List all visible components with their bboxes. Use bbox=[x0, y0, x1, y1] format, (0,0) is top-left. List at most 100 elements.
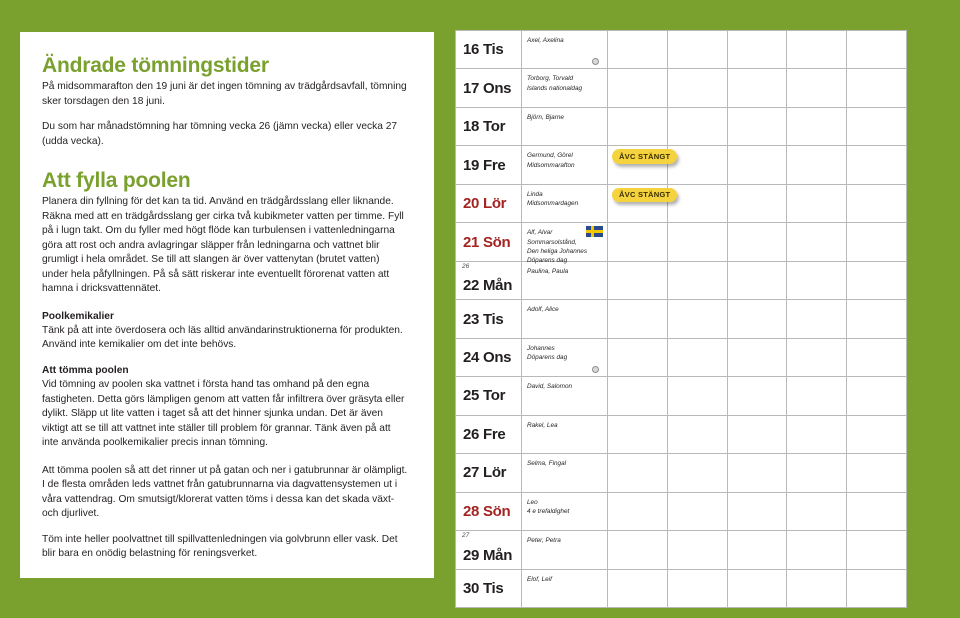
calendar-note-cell[interactable] bbox=[728, 146, 788, 184]
calendar-row[interactable]: 28 Sön Leo 4 e trefaldighet bbox=[456, 492, 906, 532]
calendar-note-cell[interactable] bbox=[847, 69, 906, 106]
calendar-row[interactable]: 26 Fre Rakel, Lea bbox=[456, 415, 906, 455]
calendar-day-cell[interactable]: 19 Fre bbox=[456, 146, 522, 184]
calendar-note-cell[interactable] bbox=[787, 300, 848, 338]
calendar-note-cell[interactable] bbox=[847, 300, 906, 337]
calendar-row[interactable]: 24 Ons Johannes Döparens dag bbox=[456, 338, 906, 378]
calendar-note-cell[interactable] bbox=[668, 223, 728, 261]
calendar-note-cell[interactable] bbox=[668, 569, 728, 608]
calendar-note-cell[interactable] bbox=[787, 69, 848, 107]
calendar-row[interactable]: 20 Lör Linda Midsommardagen ÅVC STÄNGT bbox=[456, 184, 906, 224]
calendar-note-cell[interactable] bbox=[847, 223, 906, 260]
calendar-row[interactable]: 21 Sön Alf, Alvar Sommarsolstånd, Den helig… bbox=[456, 223, 906, 264]
calendar-note-cell[interactable] bbox=[847, 262, 906, 299]
calendar-note-cell[interactable] bbox=[728, 300, 788, 338]
calendar-note-cell[interactable] bbox=[728, 184, 788, 223]
calendar-note-cell[interactable] bbox=[668, 338, 728, 377]
calendar-day-cell[interactable]: 25 Tor bbox=[456, 377, 522, 415]
calendar-day-cell[interactable]: 28 Sön bbox=[456, 492, 522, 531]
calendar-note-cell[interactable] bbox=[787, 31, 848, 69]
calendar-note-cell[interactable] bbox=[728, 223, 788, 261]
calendar-note-cell[interactable]: ÅVC STÄNGT bbox=[608, 146, 678, 184]
calendar-note-cell[interactable] bbox=[608, 300, 668, 338]
calendar-day-cell[interactable]: 18 Tor bbox=[456, 107, 522, 146]
calendar-row[interactable]: 25 Tor David, Salomon bbox=[456, 377, 906, 416]
calendar-note-cell[interactable] bbox=[787, 377, 848, 415]
calendar-note-cell[interactable] bbox=[728, 377, 788, 415]
calendar-note-cell[interactable] bbox=[608, 531, 668, 569]
calendar-row[interactable]: 30 Tis Elof, Leif bbox=[456, 569, 906, 608]
calendar-note-cell[interactable] bbox=[728, 492, 788, 531]
calendar-note-cell[interactable] bbox=[668, 69, 728, 107]
calendar-note-cell[interactable] bbox=[668, 107, 728, 146]
calendar-day-cell[interactable]: 27 29 Mån bbox=[456, 531, 522, 569]
calendar-row[interactable]: 27 Lör Selma, Fingal bbox=[456, 454, 906, 493]
calendar-day-cell[interactable]: 30 Tis bbox=[456, 569, 522, 608]
calendar-row[interactable]: 17 Ons Torborg, Torvald Islands nationalda… bbox=[456, 69, 906, 108]
calendar-note-cell[interactable] bbox=[787, 223, 848, 261]
calendar-note-cell[interactable] bbox=[728, 454, 788, 492]
calendar-day-cell[interactable]: 26 Fre bbox=[456, 415, 522, 454]
calendar-note-cell[interactable] bbox=[668, 454, 728, 492]
calendar-note-cell[interactable] bbox=[787, 531, 848, 569]
calendar-note-cell[interactable] bbox=[728, 338, 788, 377]
calendar-note-cell[interactable] bbox=[608, 69, 668, 107]
calendar-row[interactable]: 19 Fre Germund, Görel Midsommarafton ÅVC ST… bbox=[456, 146, 906, 185]
calendar-note-cell[interactable] bbox=[787, 146, 848, 184]
calendar-note-cell[interactable] bbox=[668, 415, 728, 454]
calendar-note-cell[interactable] bbox=[668, 300, 728, 338]
calendar-note-cell[interactable] bbox=[608, 107, 668, 146]
calendar-note-cell[interactable] bbox=[728, 531, 788, 569]
calendar-note-cell[interactable] bbox=[728, 569, 788, 608]
calendar-note-cell[interactable] bbox=[728, 69, 788, 107]
calendar-note-cell[interactable] bbox=[787, 107, 848, 146]
calendar-note-cell[interactable] bbox=[608, 338, 668, 377]
calendar-note-cell[interactable] bbox=[847, 185, 906, 222]
calendar-day-cell[interactable]: 20 Lör bbox=[456, 184, 522, 223]
calendar-note-cell[interactable] bbox=[668, 184, 728, 223]
calendar-note-cell[interactable] bbox=[668, 146, 728, 184]
calendar-row[interactable]: 23 Tis Adolf, Alice bbox=[456, 300, 906, 339]
calendar-day-cell[interactable]: 21 Sön bbox=[456, 223, 522, 261]
calendar-note-cell[interactable] bbox=[847, 531, 906, 568]
calendar-note-cell[interactable] bbox=[847, 570, 906, 607]
calendar-note-cell[interactable] bbox=[847, 416, 906, 453]
calendar-note-cell[interactable] bbox=[847, 454, 906, 491]
calendar-note-cell[interactable] bbox=[847, 493, 906, 530]
calendar-note-cell[interactable] bbox=[608, 223, 668, 261]
calendar-note-cell[interactable] bbox=[608, 415, 668, 454]
calendar-note-cell[interactable] bbox=[847, 108, 906, 145]
calendar-row[interactable]: 18 Tor Björn, Bjarne bbox=[456, 107, 906, 147]
calendar-note-cell[interactable] bbox=[728, 261, 788, 300]
calendar-day-cell[interactable]: 27 Lör bbox=[456, 454, 522, 492]
calendar-note-cell[interactable] bbox=[847, 146, 906, 183]
calendar-note-cell[interactable] bbox=[728, 415, 788, 454]
calendar-day-cell[interactable]: 16 Tis bbox=[456, 31, 522, 69]
calendar-note-cell[interactable] bbox=[787, 454, 848, 492]
calendar-note-cell[interactable] bbox=[608, 569, 668, 608]
calendar-note-cell[interactable] bbox=[608, 31, 668, 69]
calendar-note-cell[interactable] bbox=[787, 415, 848, 454]
calendar-note-cell[interactable]: ÅVC STÄNGT bbox=[608, 184, 678, 223]
calendar-note-cell[interactable] bbox=[728, 31, 788, 69]
calendar-day-cell[interactable]: 26 22 Mån bbox=[456, 261, 522, 300]
calendar-day-cell[interactable]: 23 Tis bbox=[456, 300, 522, 338]
calendar-row[interactable]: 27 29 Mån Peter, Petra bbox=[456, 531, 906, 570]
calendar-note-cell[interactable] bbox=[608, 377, 668, 415]
calendar-day-cell[interactable]: 17 Ons bbox=[456, 69, 522, 107]
calendar-note-cell[interactable] bbox=[668, 492, 728, 531]
calendar-note-cell[interactable] bbox=[847, 31, 906, 68]
calendar-note-cell[interactable] bbox=[668, 377, 728, 415]
calendar-note-cell[interactable] bbox=[668, 531, 728, 569]
calendar-note-cell[interactable] bbox=[847, 339, 906, 376]
calendar-note-cell[interactable] bbox=[608, 261, 668, 300]
calendar-day-cell[interactable]: 24 Ons bbox=[456, 338, 522, 377]
calendar-note-cell[interactable] bbox=[787, 492, 848, 531]
calendar-note-cell[interactable] bbox=[787, 261, 848, 300]
calendar-note-cell[interactable] bbox=[668, 261, 728, 300]
calendar-note-cell[interactable] bbox=[787, 338, 848, 377]
calendar-note-cell[interactable] bbox=[608, 492, 668, 531]
calendar-row[interactable]: 26 22 Mån Paulina, Paula bbox=[456, 261, 906, 301]
calendar-note-cell[interactable] bbox=[787, 569, 848, 608]
calendar-note-cell[interactable] bbox=[728, 107, 788, 146]
